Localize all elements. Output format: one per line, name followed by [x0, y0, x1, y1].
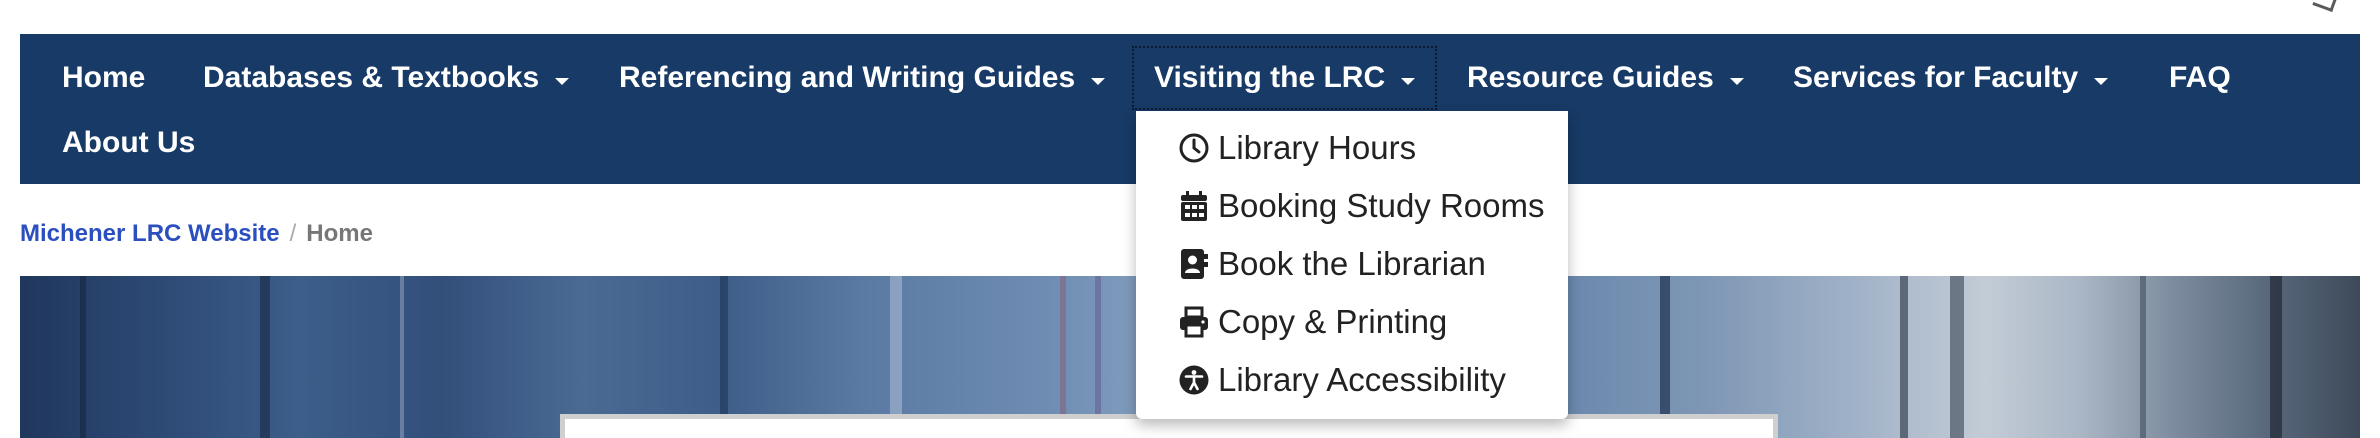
nav-item-label: Home	[62, 61, 146, 94]
nav-item-label: Referencing and Writing Guides	[619, 61, 1076, 94]
hero-stripe	[80, 276, 86, 438]
dropdown-item-library-hours[interactable]: Library Hours	[1176, 126, 1416, 170]
calendar-icon	[1176, 188, 1212, 224]
dropdown-item-label: Booking Study Rooms	[1218, 187, 1545, 224]
hero-stripe	[2140, 276, 2146, 438]
checkmark-icon	[2312, 0, 2339, 13]
printer-icon	[1176, 304, 1212, 340]
nav-item-label: Resource Guides	[1467, 61, 1714, 94]
caret-down-icon	[1729, 77, 1744, 85]
breadcrumb-link-home-site[interactable]: Michener LRC Website	[20, 220, 280, 247]
dropdown-item-book-librarian[interactable]: Book the Librarian	[1176, 242, 1486, 286]
dropdown-item-copy-printing[interactable]: Copy & Printing	[1176, 300, 1447, 344]
nav-item-about-us[interactable]: About Us	[62, 125, 195, 161]
caret-down-icon	[555, 77, 570, 85]
clock-icon	[1176, 130, 1212, 166]
caret-down-icon	[2094, 77, 2109, 85]
breadcrumb-current: Home	[306, 220, 373, 247]
nav-item-faq[interactable]: FAQ	[2169, 60, 2231, 96]
dropdown-item-label: Library Accessibility	[1218, 361, 1506, 398]
nav-item-label: Visiting the LRC	[1154, 61, 1386, 94]
visiting-lrc-dropdown: Library Hours Booking Study Rooms Book t…	[1136, 111, 1568, 419]
hero-stripe	[260, 276, 270, 438]
nav-item-referencing-guides[interactable]: Referencing and Writing Guides	[619, 60, 1106, 96]
nav-item-label: FAQ	[2169, 61, 2231, 94]
caret-down-icon	[1091, 77, 1106, 85]
nav-item-label: Services for Faculty	[1793, 61, 2079, 94]
nav-item-label: About Us	[62, 126, 196, 159]
nav-item-databases-textbooks[interactable]: Databases & Textbooks	[203, 60, 570, 96]
dropdown-item-label: Library Hours	[1218, 129, 1417, 166]
nav-item-home[interactable]: Home	[62, 60, 145, 96]
caret-down-icon	[1401, 77, 1416, 85]
hero-stripe	[2270, 276, 2282, 438]
dropdown-item-label: Copy & Printing	[1218, 303, 1448, 340]
dropdown-item-booking-study-rooms[interactable]: Booking Study Rooms	[1176, 184, 1545, 228]
contact-book-icon	[1176, 246, 1212, 282]
breadcrumb: Michener LRC Website / Home	[20, 220, 373, 248]
dropdown-item-library-accessibility[interactable]: Library Accessibility	[1176, 358, 1506, 402]
hero-stripe	[1900, 276, 1908, 438]
nav-item-services-faculty[interactable]: Services for Faculty	[1793, 60, 2109, 96]
nav-item-label: Databases & Textbooks	[203, 61, 540, 94]
breadcrumb-separator: /	[289, 220, 297, 247]
hero-stripe	[400, 276, 404, 438]
accessibility-icon	[1176, 362, 1212, 398]
page: Home Databases & Textbooks Referencing a…	[0, 0, 2380, 438]
nav-item-resource-guides[interactable]: Resource Guides	[1467, 60, 1744, 96]
nav-item-visiting-lrc[interactable]: Visiting the LRC	[1131, 46, 1438, 110]
hero-stripe	[1950, 276, 1964, 438]
dropdown-item-label: Book the Librarian	[1218, 245, 1486, 282]
